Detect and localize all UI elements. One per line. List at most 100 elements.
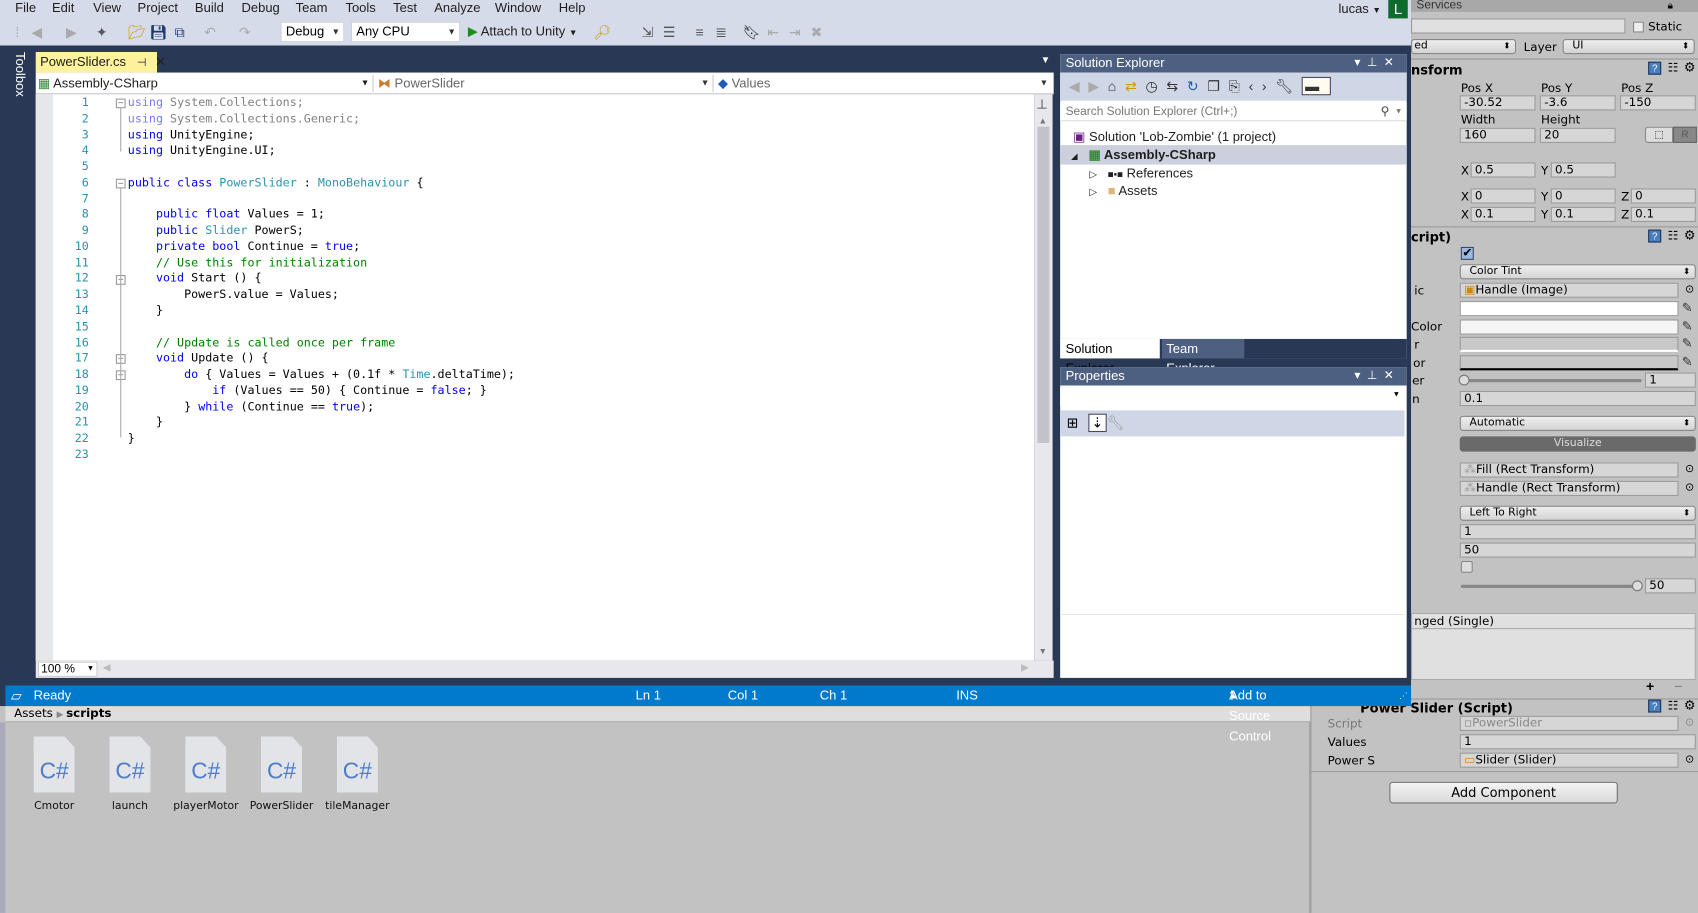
power-s-field[interactable]: ▭Slider (Slider): [1459, 752, 1679, 768]
property-pages-icon[interactable]: 🔧︎: [1107, 415, 1135, 431]
scale-y-field[interactable]: 0.1: [1550, 206, 1616, 222]
highlighted-color-field[interactable]: [1459, 319, 1679, 335]
fade-duration-field[interactable]: 0.1: [1459, 390, 1696, 407]
preset-icon[interactable]: ☷: [1668, 698, 1679, 713]
code-line[interactable]: public class PowerSlider : MonoBehaviour…: [128, 175, 424, 191]
layer-dropdown[interactable]: UI ⬍: [1562, 38, 1695, 55]
rotation-x-field[interactable]: 0: [1470, 188, 1536, 204]
fold-toggle-icon[interactable]: −: [115, 98, 126, 109]
preset-icon[interactable]: ☷: [1668, 61, 1679, 75]
tag-dropdown[interactable]: ed ⬍: [1411, 38, 1517, 55]
properties-object-dropdown[interactable]: ▼: [1060, 387, 1405, 407]
uncomment-icon[interactable]: ≣: [713, 22, 730, 43]
code-line[interactable]: using System.Collections.Generic;: [128, 111, 360, 127]
forward-icon[interactable]: ▶: [63, 22, 80, 43]
asset-item[interactable]: C# playerMotor: [173, 736, 239, 812]
code-line[interactable]: using UnityEngine.UI;: [128, 143, 276, 159]
code-line[interactable]: private bool Continue = true;: [128, 239, 360, 255]
breadcrumb-assets[interactable]: Assets: [14, 706, 53, 720]
menu-file[interactable]: File: [15, 0, 36, 16]
attach-to-unity-button[interactable]: ▶ Attach to Unity ▼: [468, 22, 585, 43]
search-icon[interactable]: ⚲: [1381, 103, 1390, 121]
undo-icon[interactable]: ↶: [201, 22, 218, 43]
properties-icon[interactable]: 🔧︎: [1275, 78, 1302, 94]
color-multiplier-slider[interactable]: [1461, 379, 1642, 383]
menu-build[interactable]: Build: [195, 0, 224, 16]
help-icon[interactable]: ?: [1648, 61, 1662, 75]
fold-toggle-icon[interactable]: −: [115, 178, 126, 189]
scroll-down-icon[interactable]: ▼: [1039, 646, 1048, 656]
gear-icon[interactable]: ⚙: [1684, 60, 1696, 75]
clear-bookmarks-icon[interactable]: ✖: [808, 22, 825, 43]
close-icon[interactable]: ✕: [1384, 369, 1400, 382]
code-line[interactable]: using System.Collections;: [128, 95, 304, 111]
collapse-all-icon[interactable]: ❐: [1207, 78, 1228, 94]
open-file-icon[interactable]: 📂︎: [128, 22, 146, 43]
rect-transform-header[interactable]: nsform: [1411, 63, 1463, 78]
name-field[interactable]: [1411, 18, 1626, 34]
code-line[interactable]: // Update is called once per frame: [128, 335, 395, 351]
code-editor[interactable]: 1 using System.Collections; 2 using System.…: [35, 94, 1035, 661]
assets-node[interactable]: ▷ ■ Assets: [1089, 182, 1157, 200]
object-picker-icon[interactable]: ⊙: [1685, 482, 1694, 494]
code-line[interactable]: }: [128, 431, 135, 447]
comment-icon[interactable]: ≡: [691, 22, 708, 43]
split-icon[interactable]: ⊥: [1036, 96, 1047, 111]
pin-icon[interactable]: ⊥: [1367, 369, 1384, 382]
back-icon[interactable]: ◀: [28, 22, 45, 43]
collapsed-icon[interactable]: ▷: [1089, 186, 1096, 197]
pos-x-field[interactable]: -30.52: [1459, 95, 1536, 111]
menu-window[interactable]: Window: [495, 0, 541, 16]
categorized-icon[interactable]: ⊞: [1067, 415, 1089, 431]
help-icon[interactable]: ?: [1648, 229, 1662, 243]
eyedropper-icon[interactable]: ✎: [1682, 300, 1693, 315]
tab-solution-explorer[interactable]: Solution Explorer: [1060, 338, 1160, 376]
view-code-icon[interactable]: ‹›: [1249, 78, 1276, 94]
class-dropdown[interactable]: ⧓ PowerSlider ▼: [378, 74, 714, 93]
prev-bookmark-icon[interactable]: ⇤: [765, 22, 782, 43]
normal-color-field[interactable]: [1459, 301, 1679, 317]
scale-z-field[interactable]: 0.1: [1630, 206, 1696, 222]
eyedropper-icon[interactable]: ✎: [1682, 318, 1693, 333]
object-picker-icon[interactable]: ⊙: [1685, 284, 1694, 296]
static-checkbox[interactable]: [1633, 21, 1644, 33]
eyedropper-icon[interactable]: ✎: [1682, 336, 1693, 351]
platform-dropdown[interactable]: Any CPU ▼: [350, 21, 461, 43]
scroll-up-icon[interactable]: ▲: [1039, 116, 1048, 126]
menu-team[interactable]: Team: [296, 0, 328, 16]
scroll-left-icon[interactable]: ◀: [103, 662, 110, 674]
project-dropdown[interactable]: ▦ Assembly-CSharp ▼: [38, 74, 374, 93]
slider-knob[interactable]: [1458, 374, 1470, 386]
pos-z-field[interactable]: -150: [1620, 95, 1696, 111]
width-field[interactable]: 160: [1459, 127, 1536, 143]
tab-powerslider-cs[interactable]: PowerSlider.cs ⊣ ✕: [35, 51, 166, 73]
menu-help[interactable]: Help: [559, 0, 586, 16]
solution-node[interactable]: ▣ Solution 'Lob-Zombie' (1 project): [1073, 128, 1276, 145]
transition-dropdown[interactable]: Color Tint ⬍: [1459, 264, 1696, 280]
zoom-dropdown[interactable]: 100 % ▼: [37, 661, 98, 677]
object-picker-icon[interactable]: ⊙: [1685, 754, 1694, 766]
tab-overflow-icon[interactable]: ▼: [1041, 54, 1051, 65]
interactable-checkbox[interactable]: ✔: [1460, 246, 1474, 260]
asset-item[interactable]: C# launch: [97, 736, 162, 812]
code-line[interactable]: } while (Continue == true);: [128, 399, 374, 415]
pos-y-field[interactable]: -3.6: [1539, 95, 1616, 111]
code-line[interactable]: public float Values = 1;: [128, 207, 325, 223]
references-node[interactable]: ▷ ■▪■ References: [1089, 165, 1193, 183]
toolbox-tab[interactable]: Toolbox: [13, 52, 28, 97]
value-slider[interactable]: [1460, 584, 1641, 589]
sync-icon[interactable]: ⇄: [1125, 78, 1145, 94]
collapsed-icon[interactable]: ▷: [1089, 169, 1096, 180]
whole-numbers-checkbox[interactable]: [1460, 560, 1473, 573]
add-event-button[interactable]: +: [1646, 678, 1654, 694]
max-value-field[interactable]: 50: [1459, 542, 1696, 558]
code-line[interactable]: using UnityEngine;: [128, 127, 255, 143]
breadcrumb-scripts[interactable]: scripts: [66, 706, 111, 720]
add-component-button[interactable]: Add Component: [1389, 781, 1618, 804]
pending-changes-icon[interactable]: ◷: [1145, 78, 1166, 94]
value-field[interactable]: 50: [1644, 578, 1696, 594]
values-field[interactable]: 1: [1459, 734, 1696, 750]
user-name[interactable]: lucas ▼: [1338, 1, 1381, 16]
rotation-z-field[interactable]: 0: [1630, 188, 1696, 204]
configuration-dropdown[interactable]: Debug ▼: [280, 21, 345, 43]
